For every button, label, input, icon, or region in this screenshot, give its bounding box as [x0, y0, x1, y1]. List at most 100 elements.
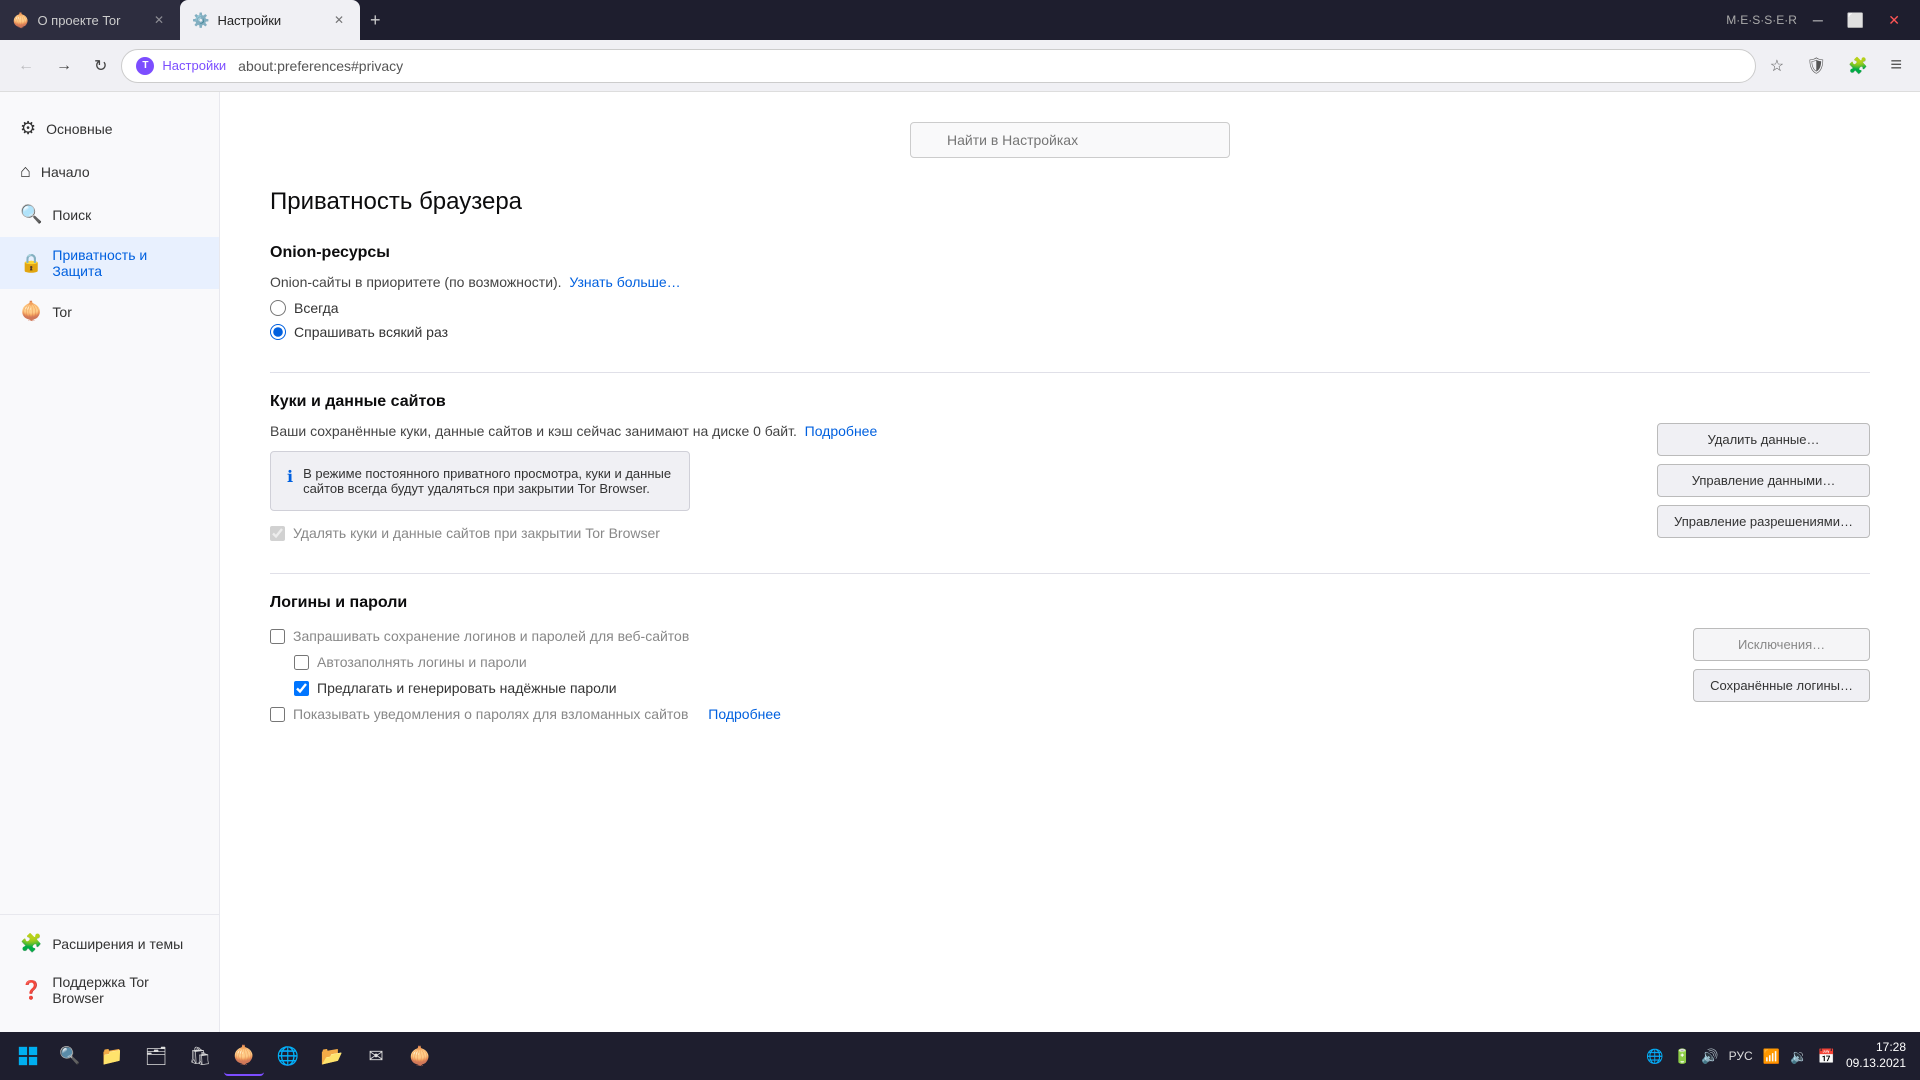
tab-about-tor-icon: 🧅 [12, 12, 29, 29]
delete-cookies-checkbox-item[interactable]: Удалять куки и данные сайтов при закрыти… [270, 525, 1617, 541]
tray-network-icon: 🌐 [1643, 1046, 1666, 1067]
delete-cookies-label: Удалять куки и данные сайтов при закрыти… [293, 525, 660, 541]
close-button[interactable]: ✕ [1880, 8, 1908, 33]
onion-always-option[interactable]: Всегда [270, 300, 1870, 316]
tab-about-tor[interactable]: 🧅 О проекте Tor ✕ [0, 0, 180, 40]
onion-ask-label: Спрашивать всякий раз [294, 324, 448, 340]
logins-more-link[interactable]: Подробнее [708, 706, 781, 722]
time-display: 17:28 [1846, 1040, 1906, 1056]
browser-name-label: Настройки [162, 58, 226, 73]
sidebar-search-label: Поиск [52, 207, 91, 223]
nav-right-icons: ☆ 🛡 🧩 ≡ [1762, 48, 1910, 83]
cookies-more-link[interactable]: Подробнее [805, 423, 878, 439]
manage-permissions-button[interactable]: Управление разрешениями… [1657, 505, 1870, 538]
tray-calendar-icon: 📅 [1815, 1046, 1838, 1067]
logins-title: Логины и пароли [270, 594, 1870, 612]
exceptions-button[interactable]: Исключения… [1693, 628, 1870, 661]
start-button[interactable] [8, 1036, 48, 1076]
ask-save-item[interactable]: Запрашивать сохранение логинов и паролей… [270, 628, 1653, 644]
tab-settings-icon: ⚙️ [192, 12, 209, 29]
taskbar-store-button[interactable]: 🛍 [180, 1036, 220, 1076]
tab-settings-close[interactable]: ✕ [330, 11, 348, 29]
taskbar-widgets-button[interactable]: 🗂 [136, 1036, 176, 1076]
reload-button[interactable]: ↻ [86, 50, 115, 82]
onion-always-label: Всегда [294, 300, 339, 316]
search-wrap: 🔍 [910, 122, 1230, 158]
sidebar-extensions-label: Расширения и темы [52, 936, 183, 952]
sidebar-item-home[interactable]: ⌂ Начало [0, 151, 219, 192]
lock-icon: 🔒 [20, 253, 42, 274]
suggest-pwd-item[interactable]: Предлагать и генерировать надёжные парол… [270, 680, 1653, 696]
taskbar-email-button[interactable]: ✉ [356, 1036, 396, 1076]
onion-ask-option[interactable]: Спрашивать всякий раз [270, 324, 1870, 340]
show-notif-checkbox[interactable] [270, 707, 285, 722]
home-icon: ⌂ [20, 161, 31, 182]
sidebar-privacy-label: Приватность и Защита [52, 247, 199, 279]
taskbar-explorer-button[interactable]: 📂 [312, 1036, 352, 1076]
tab-settings[interactable]: ⚙️ Настройки ✕ [180, 0, 360, 40]
extensions-button[interactable]: 🧩 [1840, 50, 1876, 82]
tab-settings-label: Настройки [217, 13, 281, 28]
taskbar-tor-button[interactable]: 🧅 [224, 1036, 264, 1076]
tor-icon: 🧅 [20, 301, 42, 322]
tray-sound-icon: 🔊 [1698, 1046, 1721, 1067]
taskbar-tor2-button[interactable]: 🧅 [400, 1036, 440, 1076]
logins-section: Логины и пароли Запрашивать сохранение л… [270, 594, 1870, 722]
logins-checkbox-group: Запрашивать сохранение логинов и паролей… [270, 628, 1653, 722]
onion-always-radio[interactable] [270, 300, 286, 316]
cookies-title: Куки и данные сайтов [270, 393, 1870, 411]
onion-title: Onion-ресурсы [270, 244, 1870, 262]
settings-search-input[interactable] [910, 122, 1230, 158]
onion-radio-group: Всегда Спрашивать всякий раз [270, 300, 1870, 340]
cookies-text: Ваши сохранённые куки, данные сайтов и к… [270, 423, 1617, 541]
sidebar-item-general[interactable]: ⚙ Основные [0, 108, 219, 149]
onion-ask-radio[interactable] [270, 324, 286, 340]
logins-row: Запрашивать сохранение логинов и паролей… [270, 624, 1870, 722]
address-text: about:preferences#privacy [238, 58, 403, 74]
sidebar-item-search[interactable]: 🔍 Поиск [0, 194, 219, 235]
sidebar-item-extensions[interactable]: 🧩 Расширения и темы [0, 923, 219, 964]
delete-data-button[interactable]: Удалить данные… [1657, 423, 1870, 456]
shield-button[interactable]: 🛡 [1798, 50, 1834, 82]
saved-logins-button[interactable]: Сохранённые логины… [1693, 669, 1870, 702]
forward-button[interactable]: → [48, 51, 80, 81]
taskbar-files-button[interactable]: 📁 [92, 1036, 132, 1076]
ask-save-label: Запрашивать сохранение логинов и паролей… [293, 628, 689, 644]
delete-cookies-checkbox[interactable] [270, 526, 285, 541]
tray-wifi-icon: 📶 [1760, 1046, 1783, 1067]
suggest-pwd-checkbox[interactable] [294, 681, 309, 696]
tray-battery-icon: 🔋 [1671, 1046, 1694, 1067]
autofill-item[interactable]: Автозаполнять логины и пароли [270, 654, 1653, 670]
tray-lang-icon: РУС [1726, 1047, 1756, 1065]
new-tab-button[interactable]: + [360, 0, 391, 40]
taskbar-right: 🌐 🔋 🔊 РУС 📶 🔉 📅 17:28 09.13.2021 [1643, 1040, 1912, 1071]
nav-bar: ← → ↻ T Настройки about:preferences#priv… [0, 40, 1920, 92]
sidebar-item-support[interactable]: ❓ Поддержка Tor Browser [0, 964, 219, 1016]
tab-about-tor-close[interactable]: ✕ [150, 11, 168, 29]
cookies-buttons: Удалить данные… Управление данными… Упра… [1657, 423, 1870, 538]
taskbar-search-button[interactable]: 🔍 [52, 1038, 88, 1074]
restore-button[interactable]: ⬜ [1839, 8, 1872, 33]
more-button[interactable]: ≡ [1882, 48, 1910, 83]
divider-1 [270, 372, 1870, 373]
tray-icons: 🌐 🔋 🔊 РУС 📶 🔉 📅 [1643, 1046, 1838, 1067]
cookies-section: Куки и данные сайтов Ваши сохранённые ку… [270, 393, 1870, 541]
sidebar-support-label: Поддержка Tor Browser [52, 974, 199, 1006]
sidebar-tor-label: Tor [52, 304, 71, 320]
autofill-checkbox[interactable] [294, 655, 309, 670]
cookies-info-box: ℹ В режиме постоянного приватного просмо… [270, 451, 690, 511]
bookmark-button[interactable]: ☆ [1762, 50, 1792, 82]
back-button[interactable]: ← [10, 51, 42, 81]
taskbar-edge-button[interactable]: 🌐 [268, 1036, 308, 1076]
sidebar-item-tor[interactable]: 🧅 Tor [0, 291, 219, 332]
onion-learn-more-link[interactable]: Узнать больше… [569, 274, 680, 290]
ask-save-checkbox[interactable] [270, 629, 285, 644]
address-bar[interactable]: T Настройки about:preferences#privacy [121, 49, 1755, 83]
minimize-button[interactable]: ─ [1805, 8, 1831, 32]
search-bar-wrap: 🔍 [270, 122, 1870, 158]
page-title: Приватность браузера [270, 188, 1870, 216]
sidebar-item-privacy[interactable]: 🔒 Приватность и Защита [0, 237, 219, 289]
manage-data-button[interactable]: Управление данными… [1657, 464, 1870, 497]
info-icon: ℹ [287, 467, 293, 487]
show-notif-item[interactable]: Показывать уведомления о паролях для взл… [270, 706, 1653, 722]
